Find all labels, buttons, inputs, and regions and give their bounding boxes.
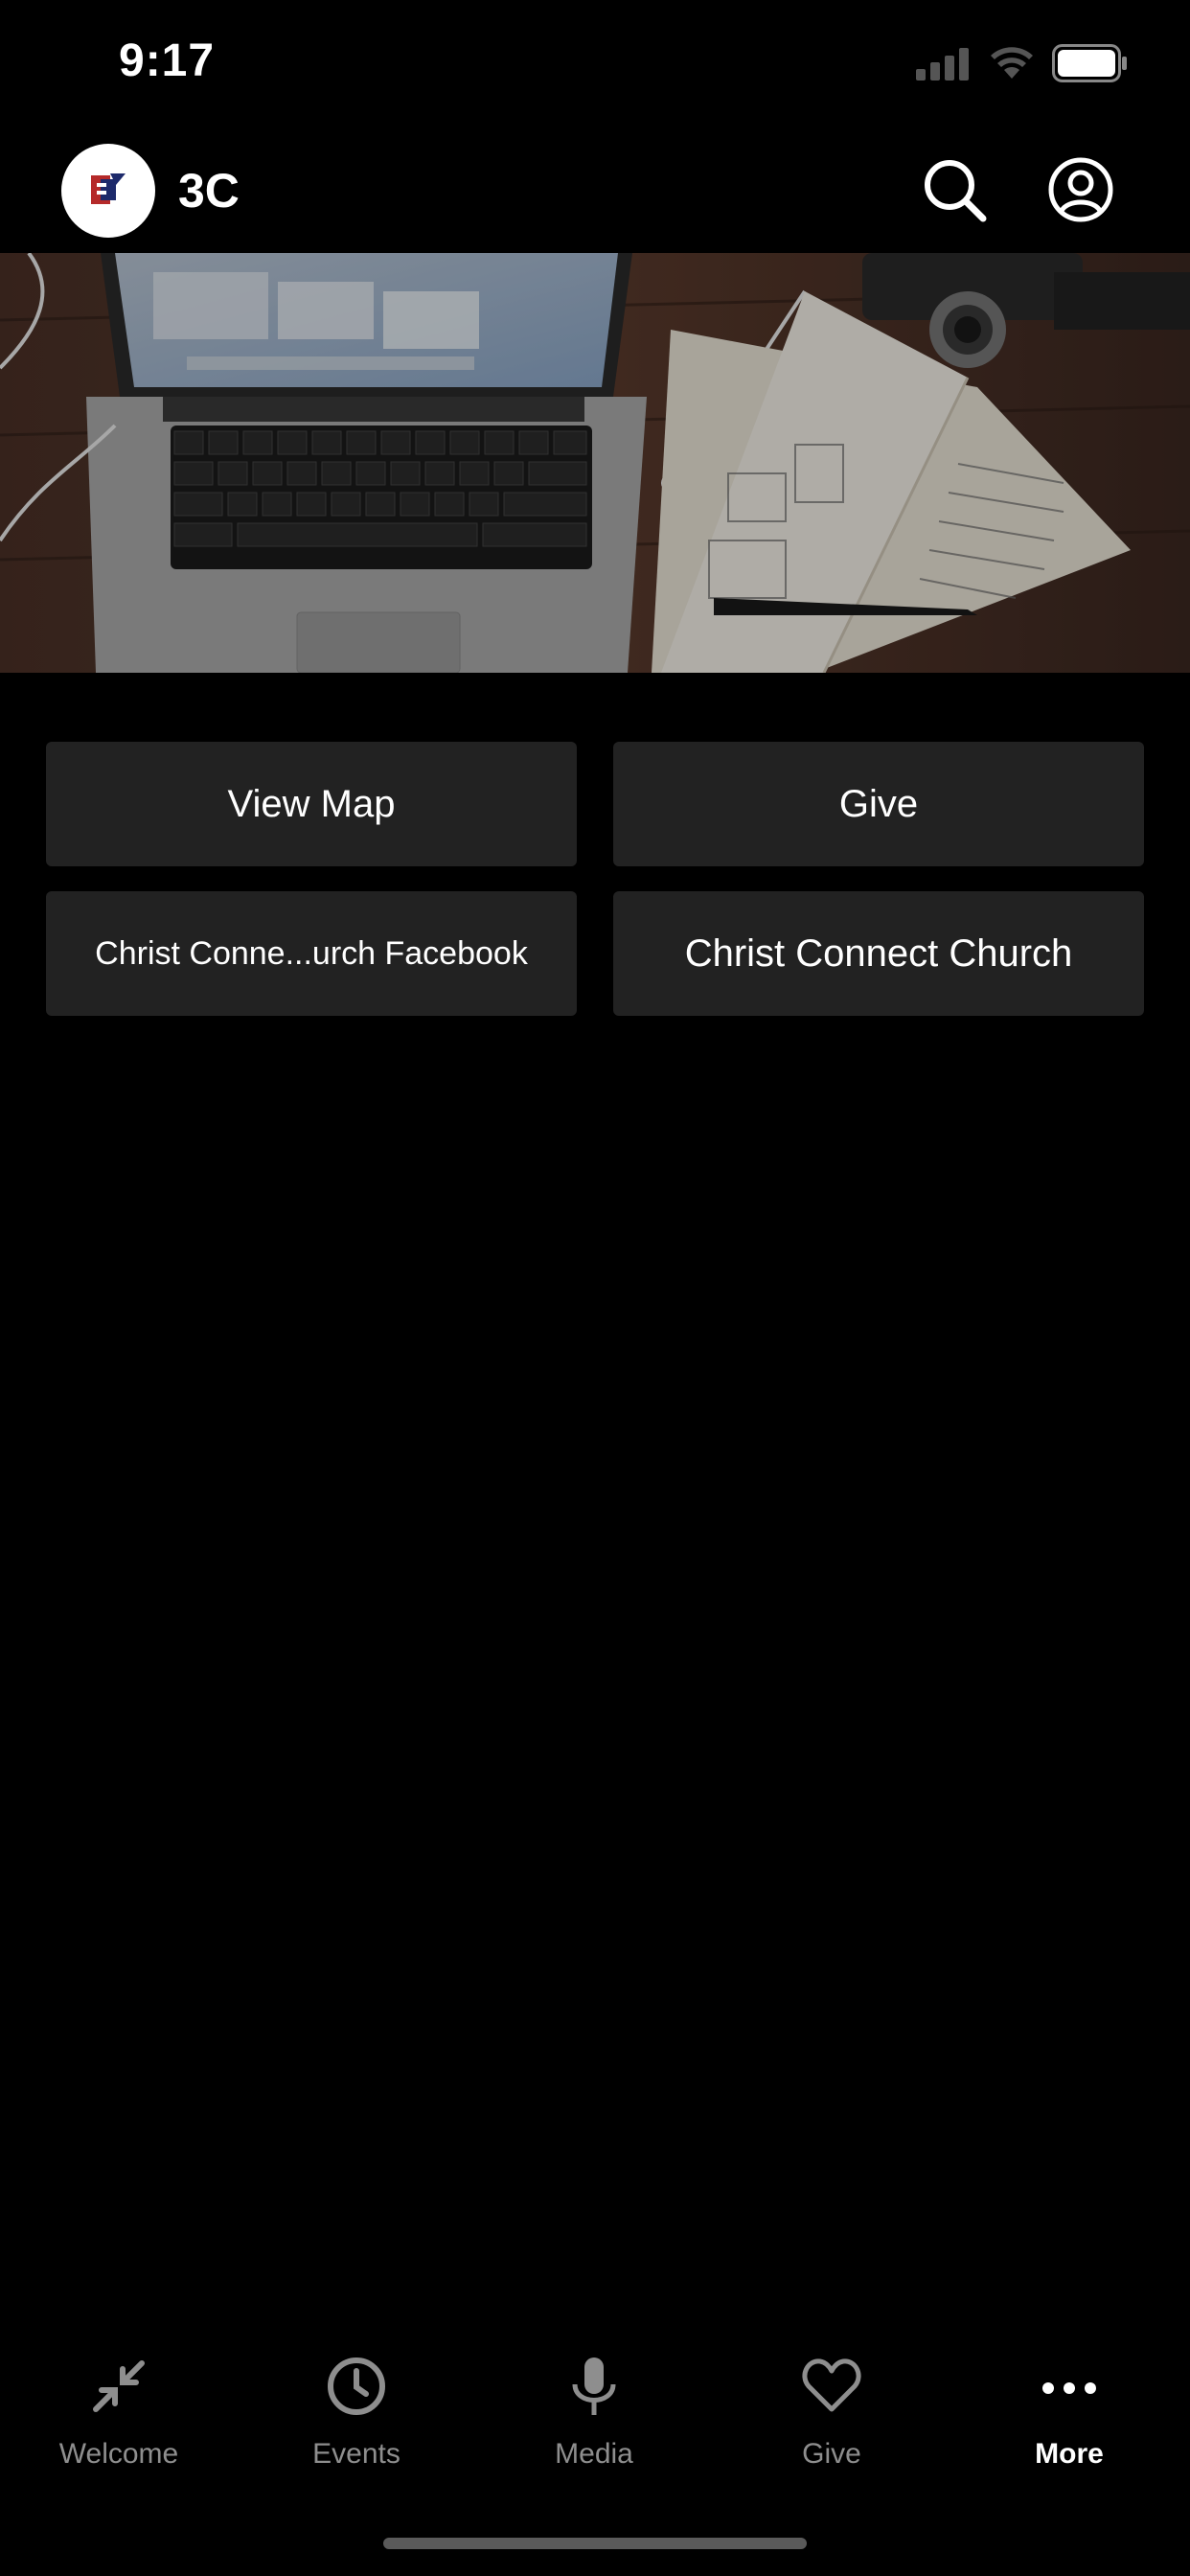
give-button[interactable]: Give (613, 742, 1144, 866)
tab-label: Give (802, 2438, 861, 2470)
wifi-icon (991, 47, 1033, 79)
tab-welcome[interactable]: Welcome (0, 2338, 238, 2482)
tab-label: Events (312, 2438, 400, 2470)
view-map-button[interactable]: View Map (46, 742, 577, 866)
app-title: 3C (178, 164, 240, 218)
status-bar: 9:17 (0, 0, 1190, 134)
church-website-button[interactable]: Christ Connect Church (613, 891, 1144, 1016)
signal-icon (916, 48, 969, 80)
search-icon (925, 160, 987, 222)
more-dots-icon (1042, 2382, 1096, 2394)
collapse-arrows-icon (93, 2360, 145, 2412)
profile-button[interactable] (1046, 155, 1115, 224)
desk-photo (0, 253, 1190, 673)
battery-icon (1052, 44, 1127, 82)
hero-image (0, 253, 1190, 673)
tab-label: Media (555, 2438, 633, 2470)
app-header: 3C (0, 134, 1190, 253)
logo-icon (91, 173, 126, 204)
church-logo[interactable] (61, 144, 155, 238)
tab-events[interactable]: Events (238, 2338, 475, 2482)
tab-media[interactable]: Media (475, 2338, 713, 2482)
heart-icon (802, 2358, 861, 2412)
tab-more[interactable]: More (950, 2338, 1188, 2482)
home-indicator (383, 2538, 807, 2549)
tab-label: Welcome (58, 2438, 179, 2470)
tab-label: More (1035, 2438, 1104, 2470)
tab-bar: Welcome Events Media Give More (0, 2338, 1190, 2492)
facebook-button[interactable]: Christ Conne...urch Facebook (46, 891, 577, 1016)
search-button[interactable] (920, 155, 989, 224)
clock-icon (328, 2358, 385, 2415)
user-circle-icon (1048, 157, 1113, 222)
tab-give[interactable]: Give (713, 2338, 950, 2482)
microphone-icon (572, 2358, 616, 2415)
status-time: 9:17 (119, 35, 216, 86)
